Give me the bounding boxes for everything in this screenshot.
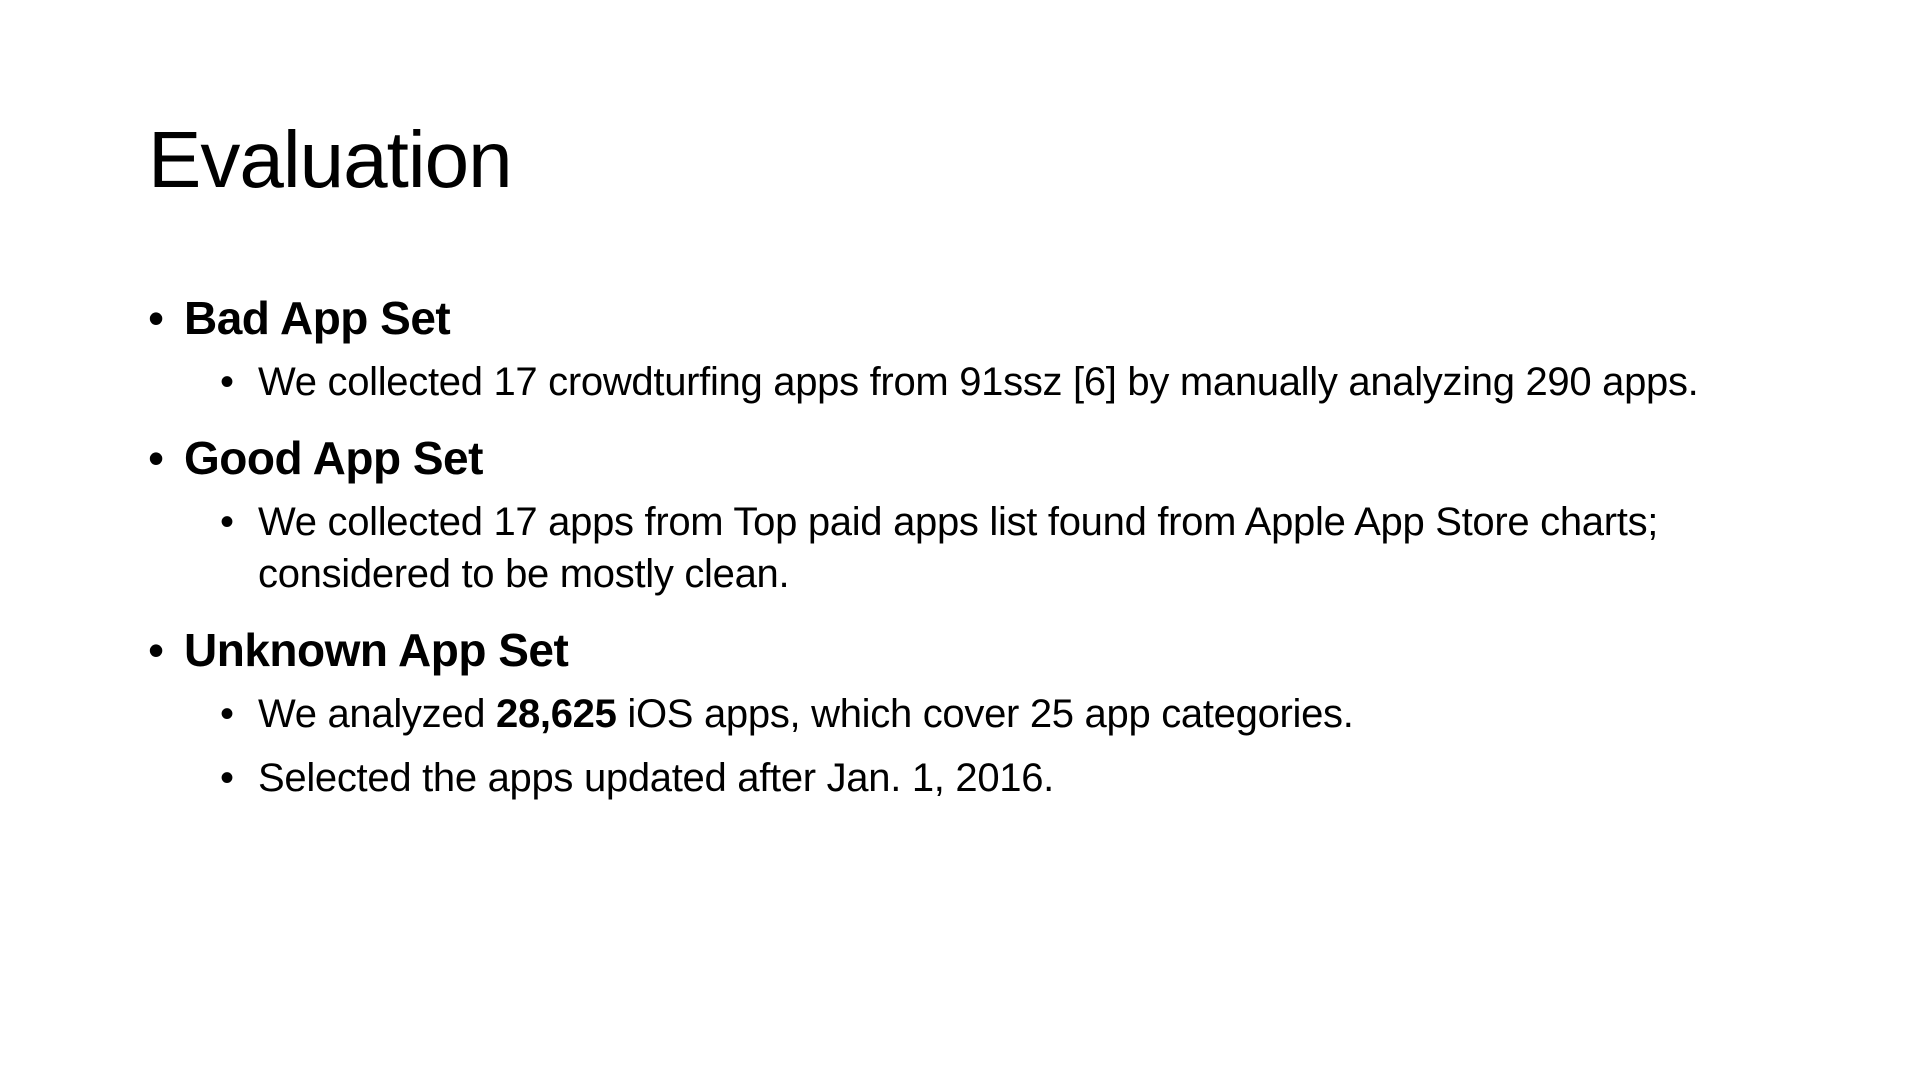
slide: Evaluation • Bad App Set • We collected … (0, 0, 1920, 1080)
bullet-text-prefix: We analyzed (258, 692, 497, 736)
bullet-icon: • (220, 360, 234, 404)
section-heading-unknown-app-set: • Unknown App Set (148, 622, 1788, 678)
bullet-icon: • (148, 432, 164, 484)
bullet-icon: • (148, 292, 164, 344)
bullet-item: • We collected 17 apps from Top paid app… (220, 496, 1788, 600)
section-heading-bad-app-set: • Bad App Set (148, 290, 1788, 346)
bullet-text: Selected the apps updated after Jan. 1, … (258, 756, 1054, 800)
bullet-text: We collected 17 crowdturfing apps from 9… (258, 360, 1699, 404)
bullet-text-suffix: iOS apps, which cover 25 app categories. (616, 692, 1354, 736)
bullet-icon: • (220, 500, 234, 544)
section-heading-label: Good App Set (184, 432, 483, 484)
slide-title: Evaluation (148, 115, 513, 204)
section-heading-good-app-set: • Good App Set (148, 430, 1788, 486)
section-bullets-bad-app-set: • We collected 17 crowdturfing apps from… (148, 356, 1788, 408)
bullet-text: We collected 17 apps from Top paid apps … (258, 500, 1659, 596)
bullet-text-emphasis: 28,625 (496, 692, 617, 736)
bullet-item: • We collected 17 crowdturfing apps from… (220, 356, 1788, 408)
section-bullets-unknown-app-set: • We analyzed 28,625 iOS apps, which cov… (148, 688, 1788, 804)
slide-content: • Bad App Set • We collected 17 crowdtur… (148, 290, 1788, 826)
bullet-item: • We analyzed 28,625 iOS apps, which cov… (220, 688, 1788, 740)
bullet-icon: • (148, 624, 164, 676)
bullet-icon: • (220, 692, 234, 736)
bullet-item: • Selected the apps updated after Jan. 1… (220, 752, 1788, 804)
section-bullets-good-app-set: • We collected 17 apps from Top paid app… (148, 496, 1788, 600)
section-heading-label: Bad App Set (184, 292, 451, 344)
bullet-icon: • (220, 756, 234, 800)
section-heading-label: Unknown App Set (184, 624, 569, 676)
